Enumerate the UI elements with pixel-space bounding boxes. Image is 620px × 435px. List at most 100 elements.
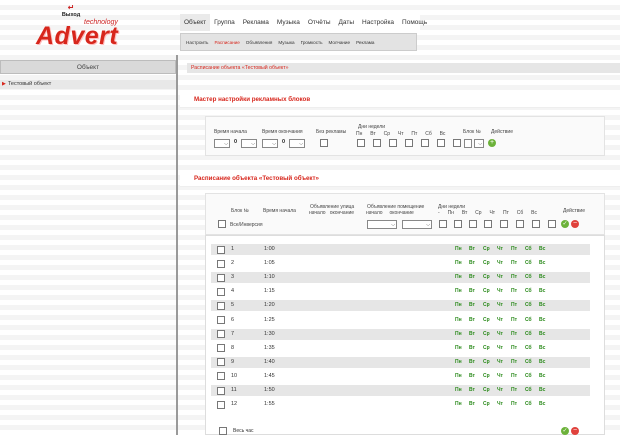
row-day-label: Ср xyxy=(483,358,490,365)
whole-hour-checkbox[interactable] xyxy=(219,427,227,435)
chevron-down-icon: ⌵ xyxy=(272,140,276,147)
schedule-start-header: Время начала xyxy=(263,208,296,214)
schedule-day-tue-checkbox[interactable] xyxy=(469,220,477,228)
row-weekdays: Пн Вт Ср Чт Пт Сб Вс xyxy=(455,258,553,269)
submenu-volume[interactable]: Громкость xyxy=(298,40,326,45)
submenu-announcements[interactable]: Объявления xyxy=(243,40,276,45)
menu-item-dates[interactable]: Даты xyxy=(335,14,359,31)
row-checkbox[interactable] xyxy=(217,386,225,395)
wizard-start-hour-select[interactable]: ⌵ xyxy=(214,139,230,148)
row-day-label: Вт xyxy=(469,401,475,408)
wizard-day-sat-checkbox[interactable] xyxy=(437,139,445,147)
table-row: 11 1:50 Пн Вт Ср Чт Пт Сб Вс xyxy=(211,385,590,396)
row-day-label: Чт xyxy=(497,358,503,365)
row-start-time: 1:20 xyxy=(264,302,275,309)
row-day-label: Вс xyxy=(539,372,546,379)
sub-menu: Настроить Расписание Объявления Музыка Г… xyxy=(180,33,417,51)
row-start-time: 1:00 xyxy=(264,246,275,252)
menu-item-settings[interactable]: Настройка xyxy=(358,14,398,31)
whole-hour-apply-button[interactable]: ✓ xyxy=(561,427,569,435)
row-checkbox[interactable] xyxy=(217,316,225,324)
schedule-day-wed-checkbox[interactable] xyxy=(484,220,492,228)
schedule-apply-button[interactable]: ✓ xyxy=(561,220,569,228)
row-checkbox[interactable] xyxy=(217,344,225,353)
schedule-day-fri-checkbox[interactable] xyxy=(516,220,524,228)
row-checkbox[interactable] xyxy=(217,330,225,339)
schedule-room-end-select[interactable]: ⌵ xyxy=(402,220,432,229)
row-day-label: Ср xyxy=(483,246,490,252)
schedule-day-sat-checkbox[interactable] xyxy=(532,220,540,228)
row-checkbox[interactable] xyxy=(217,400,225,409)
submenu-music[interactable]: Музыка xyxy=(275,40,297,45)
wizard-day-wed-checkbox[interactable] xyxy=(389,139,397,147)
wizard-add-button[interactable]: + xyxy=(488,139,496,147)
submenu-ads[interactable]: Реклама xyxy=(353,40,377,45)
row-day-label: Пн xyxy=(455,288,462,295)
chevron-down-icon: ⌵ xyxy=(426,221,430,228)
submenu-silence[interactable]: Молчание xyxy=(326,40,354,45)
row-block-number: 10 xyxy=(231,372,238,379)
row-checkbox[interactable] xyxy=(217,287,225,296)
wizard-day-tue-checkbox[interactable] xyxy=(373,139,381,147)
row-day-label: Сб xyxy=(525,302,532,309)
row-checkbox[interactable] xyxy=(217,372,225,381)
row-checkbox[interactable] xyxy=(217,358,225,367)
schedule-room-subheader: начало окончание xyxy=(366,210,414,216)
schedule-day-sun-checkbox[interactable] xyxy=(548,220,556,228)
row-day-label: Сб xyxy=(525,260,532,267)
submenu-schedule[interactable]: Расписание xyxy=(211,40,242,45)
schedule-day-all-checkbox[interactable] xyxy=(439,220,447,228)
row-start-time: 1:35 xyxy=(264,344,275,351)
menu-item-help[interactable]: Помощь xyxy=(398,14,431,31)
row-block-number: 9 xyxy=(231,358,235,365)
menu-item-reports[interactable]: Отчёты xyxy=(304,14,335,31)
wizard-day-mon-checkbox[interactable] xyxy=(357,139,365,147)
whole-hour-label: Весь час xyxy=(233,428,254,434)
row-day-label: Пн xyxy=(455,316,462,323)
wizard-end-minute-value: 0 xyxy=(282,139,286,145)
wizard-end-hour-select[interactable]: ⌵ xyxy=(262,139,278,148)
menu-item-ads[interactable]: Реклама xyxy=(239,14,273,31)
schedule-days-row: - Пн Вт Ср Чт Пт Сб Вс xyxy=(438,210,537,216)
wizard-noads-checkbox[interactable] xyxy=(320,139,328,147)
row-day-label: Сб xyxy=(525,246,532,252)
row-checkbox[interactable] xyxy=(217,259,225,268)
row-block-number: 6 xyxy=(231,316,235,323)
schedule-remove-button[interactable]: − xyxy=(571,220,579,228)
row-start-time: 1:45 xyxy=(264,372,275,379)
menu-item-object[interactable]: Объект xyxy=(180,14,211,31)
schedule-day-thu-checkbox[interactable] xyxy=(500,220,508,228)
menu-item-music[interactable]: Музыка xyxy=(273,14,304,31)
schedule-day-mon-checkbox[interactable] xyxy=(454,220,462,228)
submenu-configure[interactable]: Настроить xyxy=(183,40,211,45)
row-day-label: Вс xyxy=(539,358,546,365)
row-day-label: Пн xyxy=(455,274,462,281)
wizard-day-sun-checkbox[interactable] xyxy=(453,139,461,147)
wizard-block-select-a[interactable] xyxy=(464,139,472,148)
row-block-number: 12 xyxy=(231,401,238,408)
wizard-day-fri-checkbox[interactable] xyxy=(421,139,429,147)
schedule-room-start-select[interactable]: ⌵ xyxy=(367,220,397,229)
wizard-block-select-b[interactable]: ⌵ xyxy=(474,139,484,148)
row-checkbox[interactable] xyxy=(217,301,225,310)
row-block-number: 11 xyxy=(231,387,237,393)
row-checkbox[interactable] xyxy=(217,273,225,282)
row-day-label: Вт xyxy=(469,288,475,295)
whole-hour-remove-button[interactable]: − xyxy=(571,427,579,435)
row-weekdays: Пн Вт Ср Чт Пт Сб Вс xyxy=(455,272,553,283)
wizard-end-minute-select[interactable]: ⌵ xyxy=(289,139,305,148)
row-checkbox[interactable] xyxy=(217,245,225,254)
wizard-day-thu-checkbox[interactable] xyxy=(405,139,413,147)
row-day-label: Вс xyxy=(539,246,546,252)
row-day-label: Вс xyxy=(539,344,546,351)
menu-item-group[interactable]: Группа xyxy=(210,14,239,31)
schedule-select-all-checkbox[interactable] xyxy=(218,220,226,228)
sidebar-item-test-object[interactable]: ▶ Тестовый объект xyxy=(0,80,176,89)
wizard-title: Мастер настройки рекламных блоков xyxy=(180,92,620,108)
whole-hour-row: Весь час ✓ − xyxy=(211,425,590,435)
row-day-label: Сб xyxy=(525,387,532,393)
row-day-label: Вс xyxy=(539,302,546,309)
wizard-start-minute-select[interactable]: ⌵ xyxy=(241,139,257,148)
row-day-label: Пн xyxy=(455,302,462,309)
triangle-right-icon: ▶ xyxy=(2,81,6,87)
